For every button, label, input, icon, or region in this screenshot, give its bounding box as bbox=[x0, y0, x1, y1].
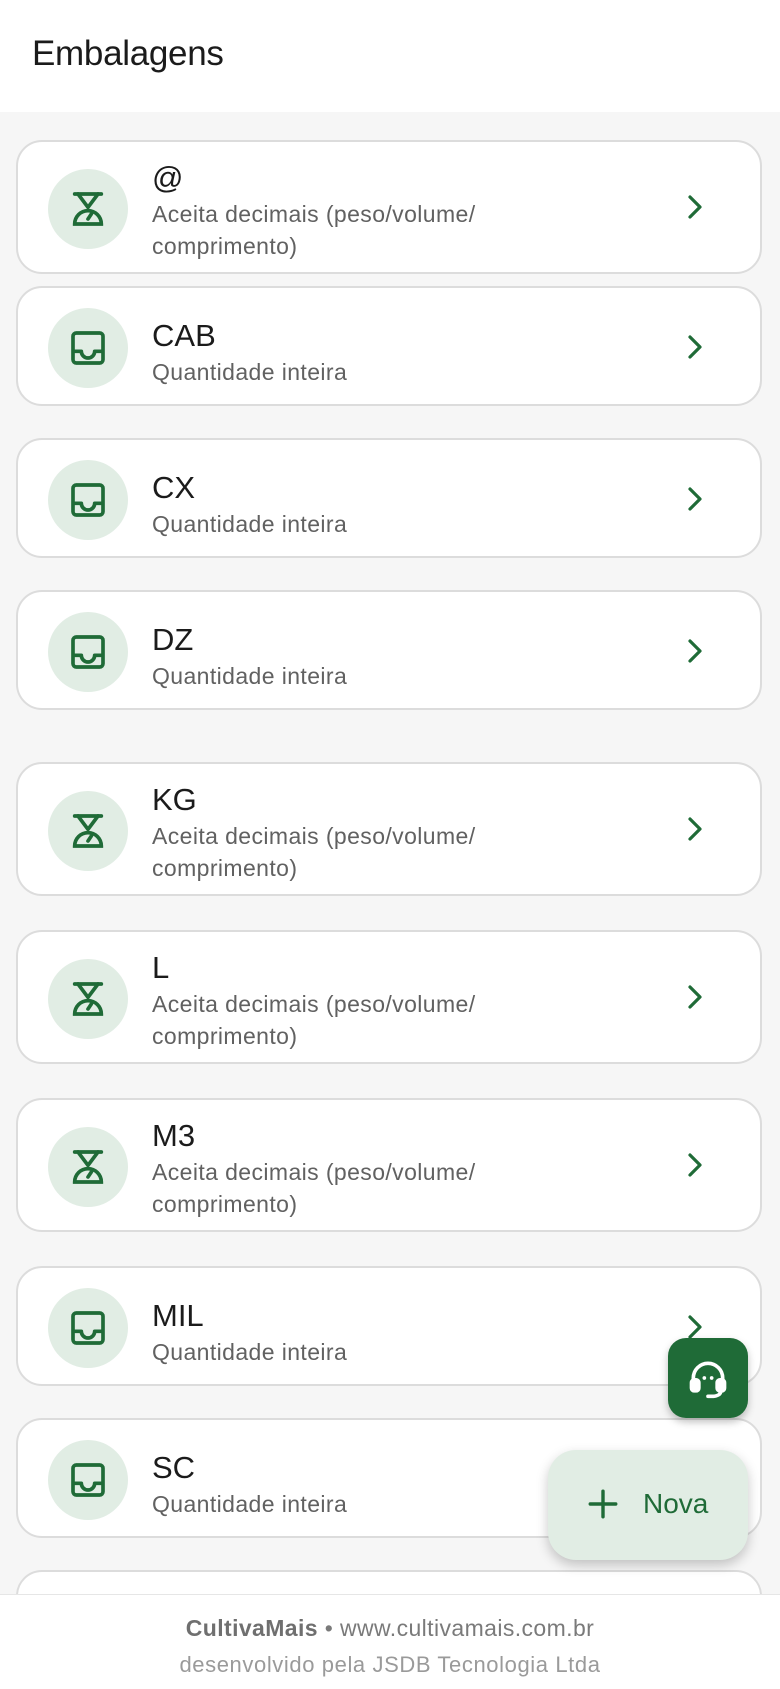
package-code: KG bbox=[152, 782, 197, 817]
scale-icon bbox=[48, 791, 128, 871]
inbox-icon bbox=[48, 1288, 128, 1368]
package-code: DZ bbox=[152, 622, 194, 657]
headset-support-icon bbox=[689, 1361, 727, 1399]
package-description: Aceita decimais (peso/volume/ compriment… bbox=[152, 1159, 476, 1217]
package-card-cab[interactable]: CAB Quantidade inteira bbox=[16, 286, 762, 406]
inbox-icon bbox=[48, 460, 128, 540]
package-description: Aceita decimais (peso/volume/ compriment… bbox=[152, 201, 476, 259]
footer-brand: CultivaMais bbox=[185, 1615, 318, 1641]
package-card-cx[interactable]: CX Quantidade inteira bbox=[16, 438, 762, 558]
support-button[interactable] bbox=[668, 1338, 748, 1418]
chevron-right-icon bbox=[688, 817, 702, 841]
package-card-dz[interactable]: DZ Quantidade inteira bbox=[16, 590, 762, 710]
inbox-icon bbox=[48, 308, 128, 388]
package-code: @ bbox=[152, 160, 184, 195]
new-button-label: Nova bbox=[643, 1488, 709, 1519]
inbox-icon bbox=[48, 1440, 128, 1520]
package-description: Quantidade inteira bbox=[152, 1339, 348, 1365]
page-title: Embalagens bbox=[32, 34, 224, 73]
chevron-right-icon bbox=[688, 335, 702, 359]
packages-list: @ Aceita decimais (peso/volume/ comprime… bbox=[0, 112, 780, 1594]
chevron-right-icon bbox=[688, 639, 702, 663]
package-code: MIL bbox=[152, 1298, 204, 1333]
app-bar: Embalagens bbox=[0, 0, 780, 112]
package-card-mil[interactable]: MIL Quantidade inteira bbox=[16, 1266, 762, 1386]
package-code: L bbox=[152, 950, 170, 985]
plus-icon bbox=[588, 1489, 618, 1519]
package-card-partial[interactable] bbox=[16, 1570, 762, 1594]
package-card-kg[interactable]: KG Aceita decimais (peso/volume/ comprim… bbox=[16, 762, 762, 896]
package-code: M3 bbox=[152, 1118, 196, 1153]
package-code: CAB bbox=[152, 318, 216, 353]
footer: CultivaMais • www.cultivamais.com.br des… bbox=[0, 1594, 780, 1689]
footer-separator: • bbox=[324, 1615, 334, 1641]
package-card-m3[interactable]: M3 Aceita decimais (peso/volume/ comprim… bbox=[16, 1098, 762, 1232]
package-description: Quantidade inteira bbox=[152, 1491, 348, 1517]
package-description: Quantidade inteira bbox=[152, 511, 348, 537]
package-description: Aceita decimais (peso/volume/ compriment… bbox=[152, 823, 476, 881]
scale-icon bbox=[48, 959, 128, 1039]
package-description: Aceita decimais (peso/volume/ compriment… bbox=[152, 991, 476, 1049]
chevron-right-icon bbox=[688, 985, 702, 1009]
chevron-right-icon bbox=[688, 1153, 702, 1177]
package-description: Quantidade inteira bbox=[152, 663, 348, 689]
footer-url[interactable]: www.cultivamais.com.br bbox=[340, 1615, 594, 1641]
inbox-icon bbox=[48, 612, 128, 692]
new-package-button[interactable]: Nova bbox=[548, 1450, 748, 1560]
package-card-at[interactable]: @ Aceita decimais (peso/volume/ comprime… bbox=[16, 140, 762, 274]
package-code: CX bbox=[152, 470, 196, 505]
footer-credit: desenvolvido pela JSDB Tecnologia Ltda bbox=[179, 1652, 601, 1677]
package-card-l[interactable]: L Aceita decimais (peso/volume/ comprime… bbox=[16, 930, 762, 1064]
package-code: SC bbox=[152, 1450, 196, 1485]
chevron-right-icon bbox=[688, 487, 702, 511]
scale-icon bbox=[48, 169, 128, 249]
package-description: Quantidade inteira bbox=[152, 359, 348, 385]
scale-icon bbox=[48, 1127, 128, 1207]
chevron-right-icon bbox=[688, 195, 702, 219]
